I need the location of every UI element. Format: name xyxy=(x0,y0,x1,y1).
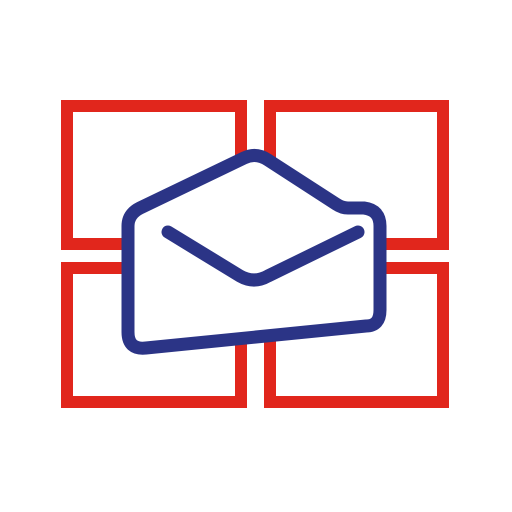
mail-app-icon xyxy=(0,0,512,512)
